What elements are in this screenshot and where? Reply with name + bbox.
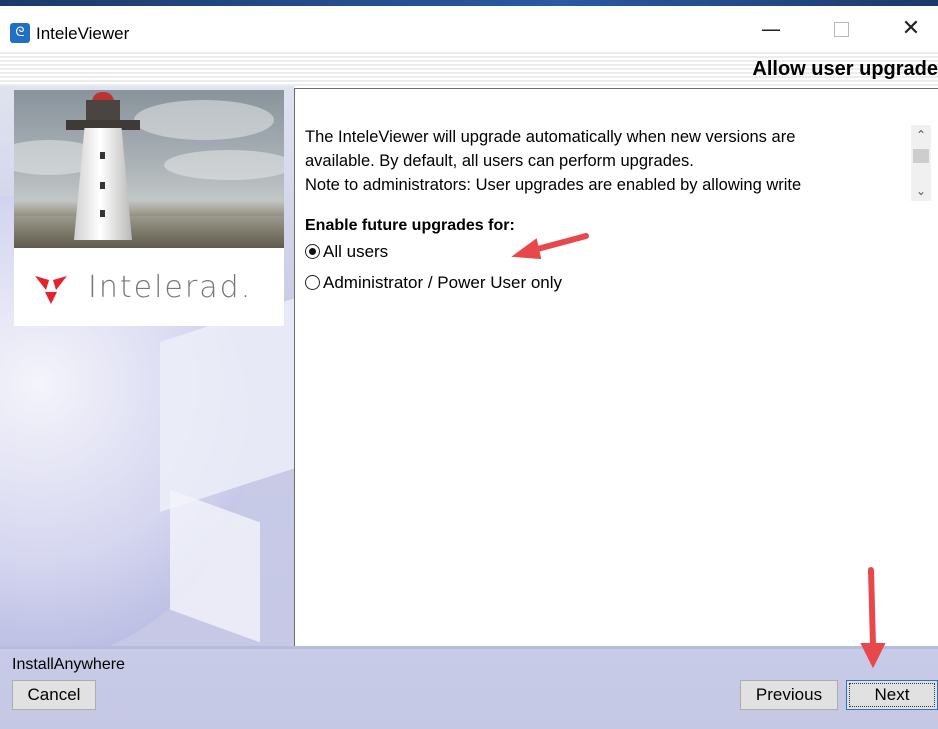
radio-unselected-icon[interactable]	[305, 275, 320, 290]
intro-text: The InteleViewer will upgrade automatica…	[305, 125, 895, 197]
maximize-button[interactable]	[818, 12, 864, 46]
minimize-button[interactable]: —	[748, 12, 794, 46]
window-title: InteleViewer	[36, 24, 130, 43]
globe-highlight-lower	[170, 489, 260, 643]
intro-line: The InteleViewer will upgrade automatica…	[305, 128, 796, 146]
intro-line: Note to administrators: User upgrades ar…	[305, 176, 802, 194]
lighthouse-photo	[14, 90, 284, 248]
radio-label: All users	[323, 242, 389, 261]
next-button[interactable]: Next	[846, 680, 938, 710]
scroll-thumb[interactable]	[913, 149, 929, 163]
radio-admin-only[interactable]: Administrator / Power User only	[305, 272, 562, 296]
intelerad-logo-icon	[35, 276, 67, 304]
scroll-up-icon[interactable]: ⌃	[911, 125, 931, 145]
intro-line: available. By default, all users can per…	[305, 152, 694, 170]
intro-scrollbar[interactable]: ⌃ ⌄	[911, 125, 931, 201]
intelerad-logo: Intelerad.	[14, 248, 284, 326]
intelerad-logo-text: Intelerad.	[88, 270, 253, 305]
scroll-down-icon[interactable]: ⌄	[911, 181, 931, 201]
previous-button[interactable]: Previous	[740, 680, 838, 710]
content-panel: The InteleViewer will upgrade automatica…	[294, 88, 938, 646]
title-bar: ᘓ InteleViewer	[0, 6, 938, 50]
cancel-button[interactable]: Cancel	[12, 680, 96, 710]
radio-all-users[interactable]: All users	[305, 241, 388, 265]
close-button[interactable]: ✕	[888, 12, 934, 46]
installer-label: InstallAnywhere	[12, 656, 125, 673]
page-title: Allow user upgrade	[752, 58, 938, 80]
section-label: Enable future upgrades for:	[305, 217, 515, 234]
maximize-icon	[833, 22, 849, 37]
inteleviewer-app-icon: ᘓ	[10, 23, 30, 43]
radio-selected-icon[interactable]	[305, 244, 320, 259]
radio-label: Administrator / Power User only	[323, 273, 563, 292]
footer-divider	[0, 646, 938, 649]
